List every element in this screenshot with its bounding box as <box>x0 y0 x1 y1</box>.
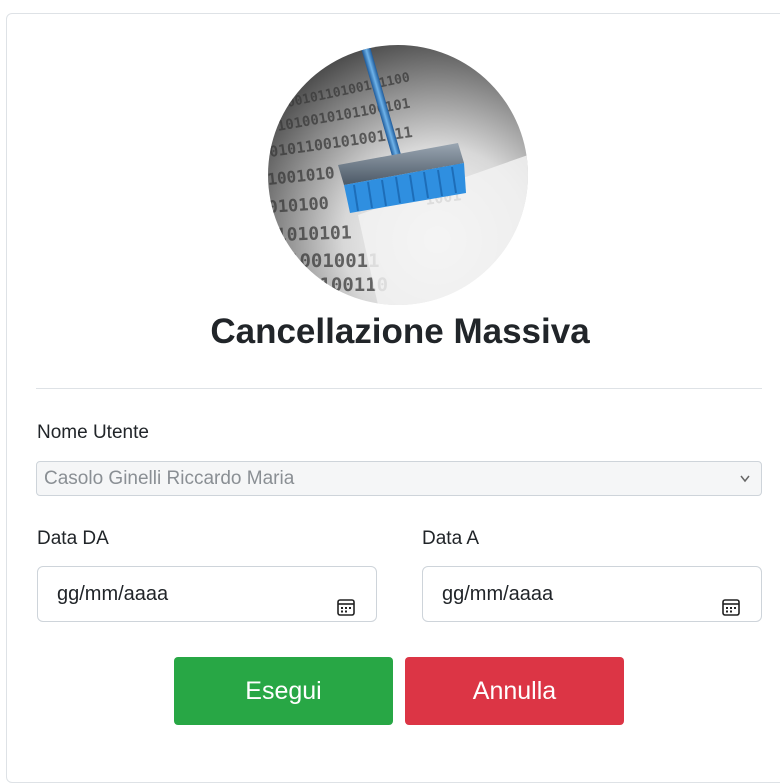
divider <box>36 388 762 389</box>
user-select-value: Casolo Ginelli Riccardo Maria <box>44 468 295 489</box>
date-to-placeholder: gg/mm/aaaa <box>442 583 554 605</box>
chevron-down-icon <box>739 462 751 507</box>
page-title: Cancellazione Massiva <box>210 312 590 351</box>
svg-text:1010101: 1010101 <box>275 222 352 246</box>
date-to-label: Data A <box>422 528 480 549</box>
cancel-button[interactable]: Annulla <box>405 657 624 725</box>
broom-logo-image: 0010110100101100 1010010101100101 010110… <box>268 45 528 305</box>
date-to-input[interactable]: gg/mm/aaaa <box>422 566 762 622</box>
user-label: Nome Utente <box>37 422 149 443</box>
execute-button[interactable]: Esegui <box>174 657 393 725</box>
calendar-icon[interactable] <box>721 584 741 616</box>
date-from-input[interactable]: gg/mm/aaaa <box>37 566 377 622</box>
calendar-icon[interactable] <box>336 584 356 616</box>
date-from-label: Data DA <box>37 528 109 549</box>
date-from-placeholder: gg/mm/aaaa <box>57 583 169 605</box>
user-select[interactable]: Casolo Ginelli Riccardo Maria <box>36 461 762 496</box>
